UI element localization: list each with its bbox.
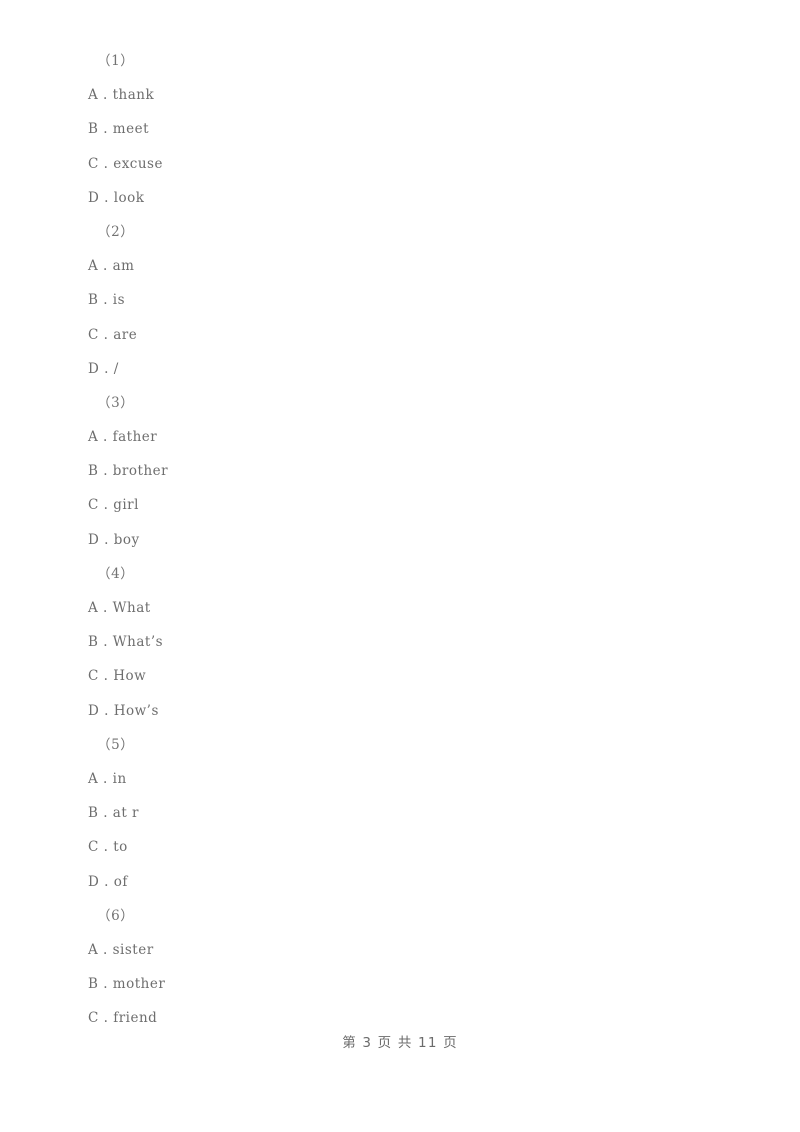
question-number: （4） (97, 565, 135, 582)
question-group: （3） A . father B . brother C . girl D . boy (88, 386, 708, 557)
answer-option[interactable]: C . are (88, 318, 708, 352)
answer-option[interactable]: C . How (88, 659, 708, 693)
answer-option[interactable]: C . excuse (88, 147, 708, 181)
answer-option[interactable]: B . at r (88, 796, 708, 830)
answer-option[interactable]: A . sister (88, 933, 708, 967)
answer-option[interactable]: D . of (88, 865, 708, 899)
answer-option[interactable]: B . is (88, 283, 708, 317)
question-number: （3） (97, 394, 135, 411)
answer-option[interactable]: A . thank (88, 78, 708, 112)
answer-option[interactable]: C . to (88, 830, 708, 864)
answer-option[interactable]: A . in (88, 762, 708, 796)
answer-option[interactable]: C . girl (88, 488, 708, 522)
question-number: （6） (97, 907, 135, 924)
answer-option[interactable]: D . How’s (88, 694, 708, 728)
answer-option[interactable]: D . / (88, 352, 708, 386)
answer-option[interactable]: B . meet (88, 112, 708, 146)
answer-option[interactable]: B . mother (88, 967, 708, 1001)
question-group: （1） A . thank B . meet C . excuse D . look (88, 44, 708, 215)
answer-option[interactable]: D . boy (88, 523, 708, 557)
answer-option[interactable]: A . father (88, 420, 708, 454)
question-group: （2） A . am B . is C . are D . / (88, 215, 708, 386)
document-page: （1） A . thank B . meet C . excuse D . look （2… (0, 0, 800, 1132)
answer-option[interactable]: A . am (88, 249, 708, 283)
answer-option[interactable]: A . What (88, 591, 708, 625)
answer-option[interactable]: D . look (88, 181, 708, 215)
question-number: （2） (97, 223, 135, 240)
question-number: （5） (97, 736, 135, 753)
question-group: （4） A . What B . What’s C . How D . How’s (88, 557, 708, 728)
answer-option[interactable]: B . brother (88, 454, 708, 488)
question-group: （6） A . sister B . mother C . friend (88, 899, 708, 1036)
question-list: （1） A . thank B . meet C . excuse D . look （2… (88, 44, 708, 1035)
answer-option[interactable]: B . What’s (88, 625, 708, 659)
question-number: （1） (97, 53, 135, 69)
question-group: （5） A . in B . at rC . to D . of (88, 728, 708, 899)
page-footer: 第 3 页 共 11 页 (342, 1035, 458, 1051)
